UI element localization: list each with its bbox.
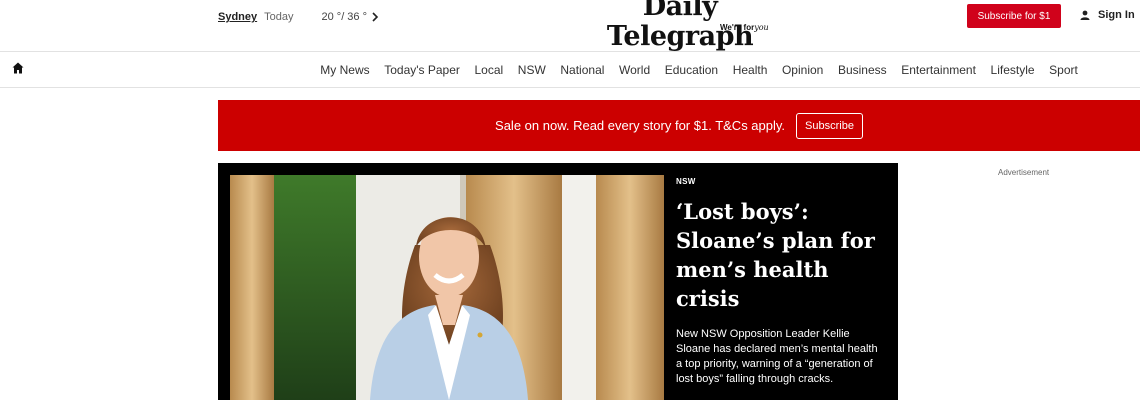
chevron-right-icon[interactable] — [371, 11, 379, 23]
nav-item-nsw[interactable]: NSW — [518, 63, 546, 77]
hero-text: NSW ‘Lost boys’: Sloane’s plan for men’s… — [676, 177, 886, 387]
nav-item-health[interactable]: Health — [733, 63, 768, 77]
promo-banner: Sale on now. Read every story for $1. T&… — [218, 100, 1140, 151]
top-header: Sydney Today 20 °/ 36 ° Daily Telegraph … — [0, 0, 1140, 52]
weather-city-link[interactable]: Sydney — [218, 11, 257, 23]
nav-item-entertainment[interactable]: Entertainment — [901, 63, 976, 77]
weather-widget[interactable]: Sydney Today 20 °/ 36 ° — [218, 11, 379, 23]
masthead-tagline: We're foryou — [720, 23, 769, 32]
sign-in-link[interactable]: Sign In — [1080, 9, 1135, 21]
hero-standfirst: New NSW Opposition Leader Kellie Sloane … — [676, 328, 878, 385]
home-icon[interactable] — [11, 61, 25, 75]
promo-subscribe-button[interactable]: Subscribe — [796, 112, 863, 139]
nav-item-sport[interactable]: Sport — [1049, 63, 1078, 77]
nav-item-national[interactable]: National — [560, 63, 604, 77]
promo-text: Sale on now. Read every story for $1. T&… — [495, 118, 786, 133]
nav-item-lifestyle[interactable]: Lifestyle — [991, 63, 1035, 77]
nav-items: My News Today's Paper Local NSW National… — [313, 52, 1085, 88]
nav-item-todays-paper[interactable]: Today's Paper — [384, 63, 460, 77]
nav-item-business[interactable]: Business — [838, 63, 887, 77]
advertisement-label: Advertisement — [998, 168, 1050, 177]
masthead-tagline-script: you — [754, 23, 769, 32]
masthead-tagline-prefix: We're for — [720, 23, 755, 32]
subscribe-button[interactable]: Subscribe for $1 — [967, 4, 1061, 28]
hero-headline[interactable]: ‘Lost boys’: Sloane’s plan for men’s hea… — [676, 197, 886, 313]
nav-item-my-news[interactable]: My News — [320, 63, 369, 77]
masthead-logo[interactable]: Daily Telegraph We're foryou — [580, 0, 780, 52]
weather-temperature: 20 °/ 36 ° — [321, 11, 368, 23]
weather-today-label: Today — [264, 11, 294, 23]
hero-photo — [230, 175, 664, 400]
nav-item-education[interactable]: Education — [665, 63, 718, 77]
main-nav: My News Today's Paper Local NSW National… — [0, 52, 1140, 88]
nav-item-opinion[interactable]: Opinion — [782, 63, 823, 77]
sign-in-label: Sign In — [1098, 9, 1135, 21]
hero-kicker[interactable]: NSW — [676, 177, 886, 186]
nav-item-local[interactable]: Local — [475, 63, 504, 77]
hero-image[interactable] — [230, 175, 664, 400]
hero-story[interactable]: NSW ‘Lost boys’: Sloane’s plan for men’s… — [218, 163, 898, 400]
user-icon — [1080, 10, 1090, 20]
nav-item-world[interactable]: World — [619, 63, 650, 77]
